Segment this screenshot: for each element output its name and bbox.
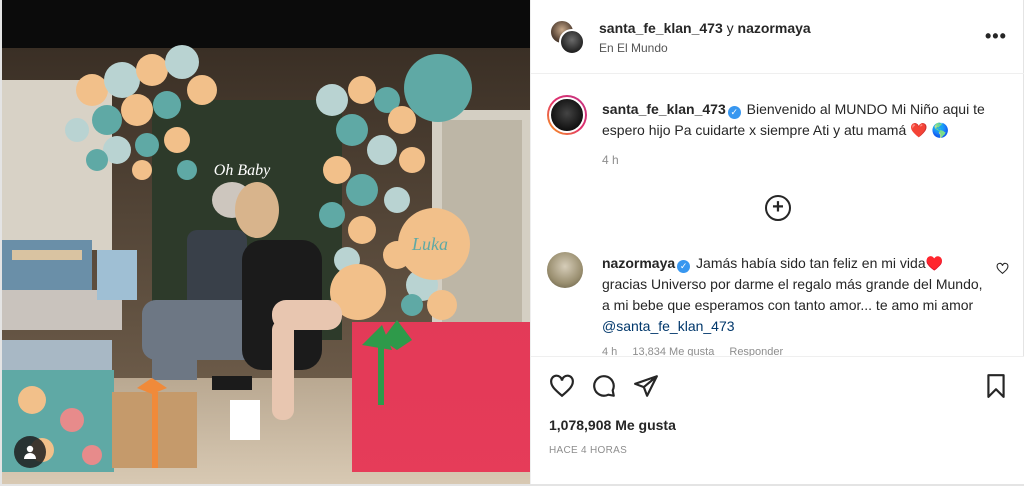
verified-badge-icon: ✓: [677, 260, 691, 273]
post-header: santa_fe_klan_473 y nazormaya En El Mund…: [531, 0, 1024, 74]
instagram-post-modal: Luka Oh Baby santa_fe_klan_473 y nazorma…: [0, 0, 1024, 486]
comment-like-heart-icon[interactable]: [996, 262, 1009, 275]
post-side-panel: santa_fe_klan_473 y nazormaya En El Mund…: [530, 0, 1024, 484]
more-options-button[interactable]: •••: [985, 26, 1007, 47]
post-photo[interactable]: Luka Oh Baby: [2, 0, 530, 484]
verified-badge-icon: ✓: [727, 106, 741, 119]
post-location[interactable]: En El Mundo: [599, 41, 668, 55]
tagged-users-button[interactable]: [14, 436, 46, 468]
baby-shower-photo: Luka Oh Baby: [2, 0, 530, 484]
user-icon: [24, 445, 36, 459]
post-authors: santa_fe_klan_473 y nazormaya: [599, 20, 811, 36]
likes-number: 1,078,908: [549, 417, 612, 433]
collab-avatars[interactable]: [549, 19, 585, 55]
save-bookmark-icon[interactable]: [983, 373, 1009, 399]
likes-label: Me gusta: [615, 417, 676, 433]
comment: nazormaya ✓ Jamás había sido tan feliz en…: [602, 253, 992, 337]
comment-username[interactable]: nazormaya: [602, 255, 675, 271]
post-actions: 1,078,908 Me gusta HACE 4 HORAS: [531, 356, 1024, 484]
avatar: [549, 97, 585, 133]
caption-username[interactable]: santa_fe_klan_473: [602, 101, 726, 117]
caption: santa_fe_klan_473 ✓ Bienvenido al MUNDO M…: [602, 99, 1007, 141]
like-heart-icon[interactable]: [549, 373, 575, 399]
likes-count[interactable]: 1,078,908 Me gusta: [549, 417, 676, 433]
author-link-1[interactable]: santa_fe_klan_473: [599, 20, 723, 36]
caption-time: 4 h: [602, 153, 619, 167]
comment-avatar[interactable]: [547, 252, 583, 288]
avatar: [559, 29, 585, 55]
comment-bubble-icon[interactable]: [591, 373, 617, 399]
caption-avatar[interactable]: [547, 95, 587, 135]
neon-sign-text: Oh Baby: [214, 162, 271, 179]
share-paper-plane-icon[interactable]: [633, 373, 659, 399]
gift-box-right: [352, 320, 530, 472]
load-more-comments-button[interactable]: +: [765, 195, 791, 221]
post-time-ago: HACE 4 HORAS: [549, 445, 628, 456]
comment-mention[interactable]: @santa_fe_klan_473: [602, 318, 735, 334]
author-link-2[interactable]: nazormaya: [738, 20, 811, 36]
author-connector: y: [726, 20, 734, 36]
balloon-name-text: Luka: [411, 234, 448, 254]
